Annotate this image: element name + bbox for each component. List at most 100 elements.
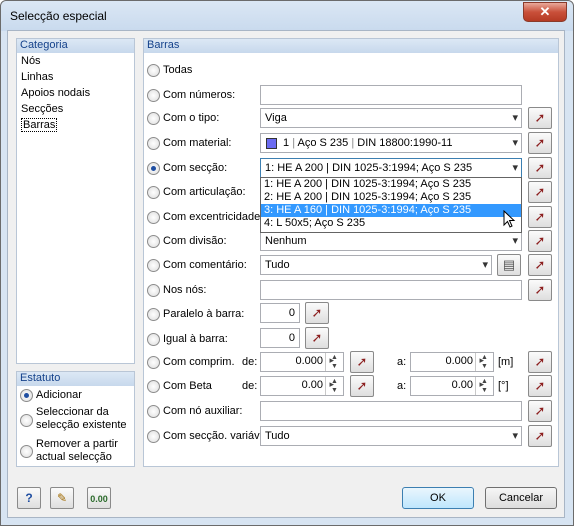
pick-divisao-button[interactable]: ➚ [528, 230, 552, 252]
com-articulacao-radio[interactable] [147, 186, 160, 199]
seccao-option-4[interactable]: 4: L 50x5; Aço S 235 [261, 217, 521, 230]
tipo-select[interactable]: Viga [260, 108, 522, 128]
nos-nos-label: Nos nós: [163, 284, 207, 296]
pick-igual-button[interactable]: ➚ [305, 327, 329, 349]
com-seccao-variav-label: Com secção. variáv [163, 430, 260, 442]
close-button[interactable]: ✕ [523, 2, 567, 22]
beta-de-spinner[interactable]: 0.00 ▸ ▲ ▼ [260, 376, 344, 396]
seleccionar-label-2: selecção existente [36, 419, 127, 431]
cancel-button[interactable]: Cancelar [485, 487, 557, 509]
comprim-de-spinner[interactable]: 0.000 ▸ ▲ ▼ [260, 352, 344, 372]
spinner-arrows-icon[interactable]: ▲ ▼ [325, 377, 343, 395]
seleccionar-label-1: Seleccionar da [36, 406, 109, 418]
edit-button[interactable]: ✎ [50, 487, 74, 509]
category-label: Secções [21, 103, 64, 115]
com-comentario-radio[interactable] [147, 259, 160, 272]
adicionar-label: Adicionar [36, 389, 82, 401]
seccao-option-3[interactable]: 3: HE A 160 | DIN 1025-3:1994; Aço S 235 [261, 204, 521, 217]
seccao-variav-select[interactable]: Tudo [260, 426, 522, 446]
pick-arrow-icon: ➚ [356, 354, 368, 369]
com-comprim-radio[interactable] [147, 356, 160, 369]
pick-articulacao-button[interactable]: ➚ [528, 181, 552, 203]
remover-label-2: actual selecção [36, 451, 112, 463]
category-item-seccoes[interactable]: Secções [17, 101, 134, 117]
com-numeros-radio[interactable] [147, 89, 160, 102]
com-divisao-radio[interactable] [147, 235, 160, 248]
pick-comprim-a-button[interactable]: ➚ [528, 351, 552, 373]
comprim-de-value: 0.000 [295, 355, 323, 367]
calculator-button[interactable]: 0.00 [87, 487, 111, 509]
pick-nos-button[interactable]: ➚ [528, 279, 552, 301]
seleccionar-radio[interactable] [20, 414, 33, 427]
category-item-linhas[interactable]: Linhas [17, 69, 134, 85]
pick-seccao-button[interactable]: ➚ [528, 157, 552, 179]
pick-arrow-icon: ➚ [534, 160, 546, 175]
pick-comprim-de-button[interactable]: ➚ [350, 351, 374, 373]
category-item-barras[interactable]: Barras [17, 117, 134, 133]
remover-radio[interactable] [20, 445, 33, 458]
ok-button[interactable]: OK [402, 487, 474, 509]
mouse-cursor-icon [503, 210, 516, 228]
material-number: 1 [283, 137, 290, 149]
com-comentario-label: Com comentário: [163, 259, 247, 271]
todas-radio[interactable] [147, 64, 160, 77]
pick-seccao-variav-button[interactable]: ➚ [528, 425, 552, 447]
pick-material-button[interactable]: ➚ [528, 132, 552, 154]
com-material-label: Com material: [163, 137, 232, 149]
pick-arrow-icon: ➚ [534, 378, 546, 393]
pick-arrow-icon: ➚ [534, 428, 546, 443]
comprim-a-spinner[interactable]: 0.000 ▸ ▲ ▼ [410, 352, 494, 372]
category-item-nos[interactable]: Nós [17, 53, 134, 69]
edit-list-icon: ▤ [502, 257, 516, 272]
nos-nos-input[interactable] [260, 280, 522, 300]
help-button[interactable]: ? [17, 487, 41, 509]
pick-paralelo-button[interactable]: ➚ [305, 302, 329, 324]
pick-beta-de-button[interactable]: ➚ [350, 375, 374, 397]
com-seccao-variav-radio[interactable] [147, 430, 160, 443]
beta-a-spinner[interactable]: 0.00 ▸ ▲ ▼ [410, 376, 494, 396]
material-norm: DIN 18800:1990-11 [357, 137, 453, 149]
com-seccao-radio[interactable] [147, 162, 160, 175]
com-excentricidade-radio[interactable] [147, 211, 160, 224]
com-beta-radio[interactable] [147, 380, 160, 393]
divisao-select[interactable]: Nenhum [260, 231, 522, 251]
category-item-apoios-nodais[interactable]: Apoios nodais [17, 85, 134, 101]
paralelo-radio[interactable] [147, 308, 160, 321]
pick-excentricidade-button[interactable]: ➚ [528, 206, 552, 228]
spinner-arrows-icon[interactable]: ▲ ▼ [475, 377, 493, 395]
spinner-arrows-icon[interactable]: ▲ ▼ [325, 353, 343, 371]
com-material-radio[interactable] [147, 137, 160, 150]
com-beta-label: Com Beta [163, 380, 212, 392]
seccao-select[interactable]: 1: HE A 200 | DIN 1025-3:1994; Aço S 235 [260, 158, 522, 178]
comentario-select[interactable]: Tudo [260, 255, 492, 275]
com-no-aux-radio[interactable] [147, 405, 160, 418]
pick-arrow-icon: ➚ [534, 282, 546, 297]
paralelo-input[interactable]: 0 [260, 303, 300, 323]
category-label: Apoios nodais [21, 87, 91, 99]
seccao-option-2[interactable]: 2: HE A 200 | DIN 1025-3:1994; Aço S 235 [261, 191, 521, 204]
pick-arrow-icon: ➚ [534, 403, 546, 418]
pick-beta-a-button[interactable]: ➚ [528, 375, 552, 397]
pick-arrow-icon: ➚ [534, 257, 546, 272]
pick-comentario-button[interactable]: ➚ [528, 254, 552, 276]
com-excentricidade-label: Com excentricidade: [163, 211, 264, 223]
seccao-option-1[interactable]: 1: HE A 200 | DIN 1025-3:1994; Aço S 235 [261, 178, 521, 191]
com-o-tipo-radio[interactable] [147, 112, 160, 125]
categoria-panel: Categoria Nós Linhas Apoios nodais Secçõ… [16, 38, 135, 364]
help-icon: ? [25, 491, 33, 505]
pick-tipo-button[interactable]: ➚ [528, 107, 552, 129]
no-aux-input[interactable] [260, 401, 522, 421]
com-numeros-input[interactable] [260, 85, 522, 105]
beta-de-label: de: [242, 380, 258, 392]
material-select[interactable]: 1 | Aço S 235 | DIN 18800:1990-11 [260, 133, 522, 153]
com-comprim-label: Com comprim. [163, 356, 235, 368]
adicionar-radio[interactable] [20, 389, 33, 402]
beta-a-value: 0.00 [451, 379, 473, 391]
nos-nos-radio[interactable] [147, 284, 160, 297]
igual-input[interactable]: 0 [260, 328, 300, 348]
beta-a-label: a: [397, 380, 407, 392]
igual-radio[interactable] [147, 333, 160, 346]
spinner-arrows-icon[interactable]: ▲ ▼ [475, 353, 493, 371]
pick-no-aux-button[interactable]: ➚ [528, 400, 552, 422]
edit-comentario-button[interactable]: ▤ [497, 254, 521, 276]
